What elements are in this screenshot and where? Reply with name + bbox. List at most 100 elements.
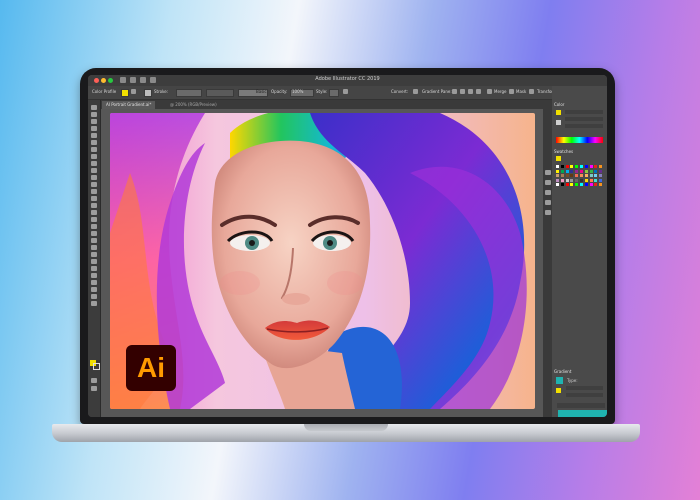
symbol-sprayer-tool-icon[interactable] [91, 259, 97, 264]
swatch-item[interactable] [589, 165, 593, 168]
document-tab-view[interactable]: @ 200% (RGB/Preview) [166, 101, 221, 109]
swatch-item[interactable] [565, 178, 569, 182]
curvature-tool-icon[interactable] [91, 140, 97, 145]
gradient-fill-icon[interactable] [556, 388, 561, 393]
swatch-item[interactable] [580, 169, 583, 173]
fill-color-swatch[interactable] [121, 89, 129, 97]
gradient-preview[interactable] [558, 410, 607, 417]
swatch-item[interactable] [556, 183, 559, 186]
swatch-item[interactable] [584, 174, 588, 177]
swatch-item[interactable] [570, 183, 574, 186]
swatch-item[interactable] [575, 169, 579, 173]
gradient-tool-icon[interactable] [91, 238, 97, 243]
merge-icon[interactable] [487, 89, 492, 94]
swatch-item[interactable] [565, 169, 569, 173]
symbols-panel-icon[interactable] [545, 200, 551, 205]
swatch-item[interactable] [599, 174, 603, 177]
color-panel-icon[interactable] [545, 170, 551, 175]
swatch-item[interactable] [560, 169, 564, 173]
swatch-item[interactable] [570, 169, 574, 173]
gradient-panel-title[interactable]: Gradient [554, 369, 571, 374]
swatch-item[interactable] [556, 174, 559, 177]
swatches-panel-icon[interactable] [545, 180, 551, 185]
screen-mode-icon[interactable] [91, 386, 97, 391]
graph-tool-icon[interactable] [91, 266, 97, 271]
perspective-grid-tool-icon[interactable] [91, 224, 97, 229]
line-tool-icon[interactable] [91, 154, 97, 159]
swatch-item[interactable] [565, 174, 569, 177]
fill-dropdown-icon[interactable] [131, 89, 136, 94]
color-spectrum[interactable] [556, 137, 603, 143]
color-slider-b[interactable] [565, 124, 603, 128]
swatch-item[interactable] [589, 174, 593, 177]
style-swatch[interactable] [329, 89, 339, 97]
gradient-angle-field[interactable] [566, 386, 603, 390]
swatch-item[interactable] [599, 169, 603, 173]
isolate-icon[interactable] [529, 89, 534, 94]
swatch-item[interactable] [580, 174, 583, 177]
mesh-tool-icon[interactable] [91, 231, 97, 236]
drawing-mode-icon[interactable] [91, 378, 97, 383]
stroke-weight-field[interactable] [176, 89, 202, 97]
swatch-item[interactable] [556, 169, 559, 173]
swatch-item[interactable] [594, 169, 598, 173]
artboard-tool-icon[interactable] [91, 273, 97, 278]
align-right-icon[interactable] [468, 89, 473, 94]
swatch-item[interactable] [575, 178, 579, 182]
paintbrush-tool-icon[interactable] [91, 168, 97, 173]
swatch-item[interactable] [575, 165, 579, 168]
swatch-item[interactable] [556, 165, 559, 168]
canvas-area[interactable]: Ai [101, 109, 543, 417]
eraser-tool-icon[interactable] [91, 182, 97, 187]
align-center-icon[interactable] [460, 89, 465, 94]
swatch-item[interactable] [580, 165, 583, 168]
swatch-item[interactable] [570, 165, 574, 168]
swatch-item[interactable] [584, 178, 588, 182]
direct-selection-tool-icon[interactable] [91, 112, 97, 117]
swatch-item[interactable] [599, 183, 603, 186]
blend-tool-icon[interactable] [91, 252, 97, 257]
hand-tool-icon[interactable] [91, 287, 97, 292]
stroke-panel-icon[interactable] [545, 210, 551, 215]
swatch-item[interactable] [584, 165, 588, 168]
color-fill-swatch[interactable] [556, 110, 561, 115]
swatch-item[interactable] [589, 169, 593, 173]
scale-tool-icon[interactable] [91, 196, 97, 201]
color-stroke-swatch[interactable] [556, 120, 561, 125]
distribute-icon[interactable] [476, 89, 481, 94]
lasso-tool-icon[interactable] [91, 126, 97, 131]
gradient-slider[interactable] [557, 403, 605, 408]
swatch-item[interactable] [594, 174, 598, 177]
swatch-item[interactable] [584, 183, 588, 186]
swatch-item[interactable] [560, 178, 564, 182]
swatch-item[interactable] [560, 165, 564, 168]
more-tools-icon[interactable] [91, 301, 97, 306]
rotate-tool-icon[interactable] [91, 189, 97, 194]
recolor-icon[interactable] [343, 89, 348, 94]
color-slider-r[interactable] [565, 110, 603, 114]
variable-width-field[interactable] [206, 89, 234, 97]
swatch-item[interactable] [570, 178, 574, 182]
swatch-item[interactable] [599, 178, 603, 182]
stroke-color-icon[interactable] [93, 363, 100, 370]
document-tab-active[interactable]: AI Portrait Gradient.ai* [102, 101, 156, 109]
swatch-item[interactable] [594, 178, 598, 182]
swatch-item[interactable] [594, 183, 598, 186]
swatch-item[interactable] [565, 183, 569, 186]
swatch-item[interactable] [580, 178, 583, 182]
swatch-item[interactable] [556, 178, 559, 182]
swatches-fill-swatch[interactable] [556, 156, 561, 161]
swatch-item[interactable] [594, 165, 598, 168]
shape-builder-tool-icon[interactable] [91, 217, 97, 222]
selection-tool-icon[interactable] [91, 105, 97, 110]
brushes-panel-icon[interactable] [545, 190, 551, 195]
gradient-aspect-field[interactable] [566, 393, 603, 397]
stroke-color-swatch[interactable] [144, 89, 152, 97]
magic-wand-tool-icon[interactable] [91, 119, 97, 124]
type-tool-icon[interactable] [91, 147, 97, 152]
convert-anchor-icon[interactable] [413, 89, 418, 94]
swatch-item[interactable] [560, 183, 564, 186]
swatches-panel-title[interactable]: Swatches [554, 149, 573, 154]
pen-tool-icon[interactable] [91, 133, 97, 138]
swatch-item[interactable] [575, 174, 579, 177]
